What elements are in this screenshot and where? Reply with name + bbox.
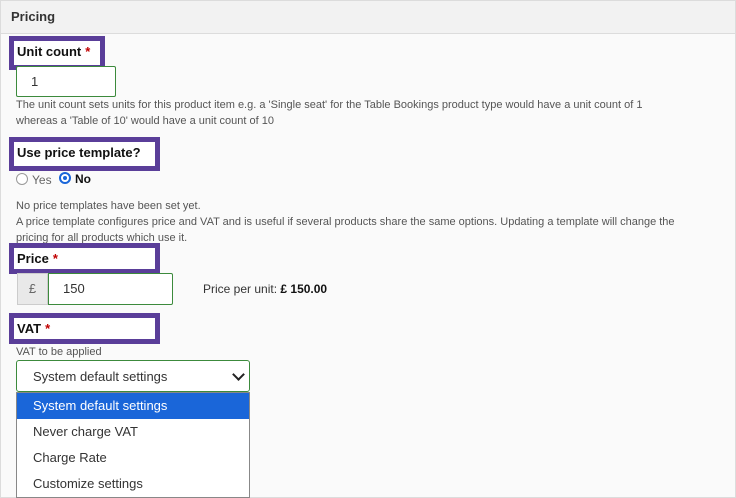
price-per-unit-value: £ 150.00 <box>280 282 328 296</box>
panel-header: Pricing <box>1 1 735 34</box>
vat-select[interactable]: System default settings <box>16 360 250 392</box>
price-template-label: Use price template? <box>9 137 160 171</box>
radio-no-label[interactable]: No <box>75 172 91 186</box>
unit-count-label: Unit count * <box>9 36 105 70</box>
radio-yes-label[interactable]: Yes <box>32 173 52 187</box>
vat-label-text: VAT <box>17 321 42 336</box>
unit-count-input[interactable]: 1 <box>16 66 116 97</box>
vat-help: VAT to be applied <box>16 346 102 358</box>
currency-addon: £ <box>17 273 48 305</box>
unit-count-help: The unit count sets units for this produ… <box>16 97 642 129</box>
vat-option[interactable]: Charge Rate <box>17 445 249 471</box>
price-per-unit: Price per unit: £ 150.00 <box>203 282 327 296</box>
price-label: Price * <box>9 243 160 274</box>
section-title: Pricing <box>11 9 56 24</box>
unit-count-help-line2: whereas a 'Table of 10' would have a uni… <box>16 115 274 127</box>
price-per-unit-label: Price per unit: <box>203 282 278 296</box>
vat-label: VAT * <box>9 313 160 344</box>
vat-option[interactable]: System default settings <box>17 393 249 419</box>
required-marker: * <box>85 44 91 59</box>
required-marker: * <box>52 251 58 266</box>
unit-count-label-text: Unit count <box>17 44 82 59</box>
vat-option[interactable]: Customize settings <box>17 471 249 497</box>
price-template-help-line1: No price templates have been set yet. <box>16 200 201 212</box>
chevron-down-icon <box>232 368 245 381</box>
price-label-text: Price <box>17 251 49 266</box>
radio-no[interactable] <box>59 172 71 184</box>
price-template-label-text: Use price template? <box>17 145 141 160</box>
price-input[interactable]: 150 <box>48 273 173 305</box>
radio-yes[interactable] <box>16 173 28 185</box>
price-template-help: No price templates have been set yet. A … <box>16 198 675 246</box>
unit-count-help-line1: The unit count sets units for this produ… <box>16 99 643 111</box>
vat-option[interactable]: Never charge VAT <box>17 419 249 445</box>
vat-dropdown-list: System default settings Never charge VAT… <box>16 392 250 498</box>
price-value: 150 <box>63 281 85 296</box>
vat-select-value: System default settings <box>33 369 168 384</box>
unit-count-value: 1 <box>31 74 39 89</box>
price-template-help-line2: A price template configures price and VA… <box>16 216 675 228</box>
required-marker: * <box>45 321 51 336</box>
